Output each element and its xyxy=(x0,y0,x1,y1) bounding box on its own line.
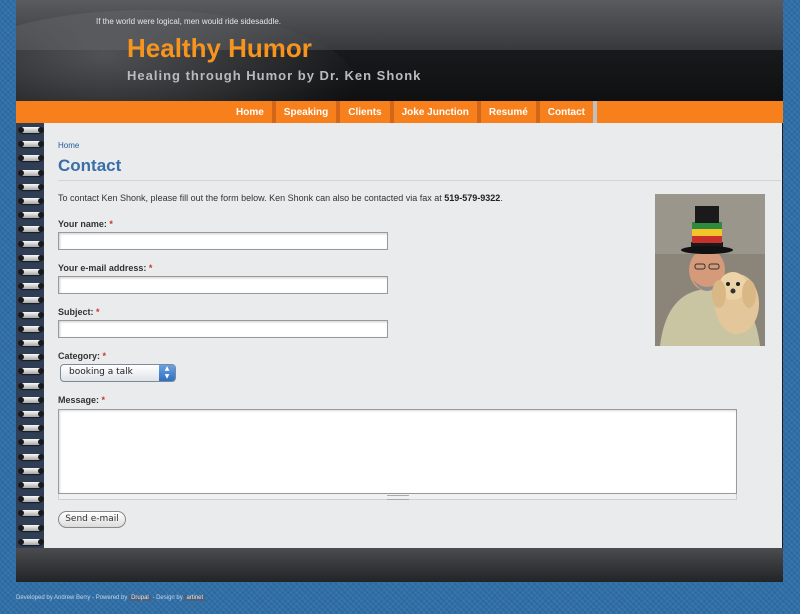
email-field[interactable] xyxy=(58,276,388,294)
primary-nav: Home Speaking Clients Joke Junction Resu… xyxy=(16,101,783,123)
spiral-ring xyxy=(18,297,44,304)
fax-number: 519-579-9322 xyxy=(444,193,501,203)
intro-body: To contact Ken Shonk, please fill out th… xyxy=(58,193,442,203)
category-select-value: booking a talk xyxy=(69,367,133,377)
spiral-ring xyxy=(18,254,44,261)
header-quote: If the world were logical, men would rid… xyxy=(96,17,281,26)
spiral-ring xyxy=(18,482,44,488)
category-label: Category: * xyxy=(58,351,106,361)
nav-item-contact[interactable]: Contact xyxy=(535,101,597,123)
ken-shonk-photo xyxy=(655,194,765,346)
required-mark: * xyxy=(102,351,107,361)
spiral-ring xyxy=(18,396,44,403)
spiral-ring xyxy=(18,453,44,460)
category-label-text: Category: xyxy=(58,351,101,361)
name-label: Your name: * xyxy=(58,219,113,229)
spiral-ring xyxy=(18,311,44,318)
chevron-up-down-icon: ▲ ▼ xyxy=(159,365,175,381)
artinet-link[interactable]: artinet xyxy=(184,595,206,601)
required-mark: * xyxy=(148,263,153,273)
credits-design: - Design by xyxy=(152,595,183,601)
spiral-ring xyxy=(18,283,44,290)
breadcrumb[interactable]: Home xyxy=(58,141,79,150)
footer-bar xyxy=(16,548,783,582)
spiral-ring xyxy=(18,325,44,332)
spiral-ring xyxy=(18,524,44,531)
category-select[interactable]: booking a talk ▲ ▼ xyxy=(60,364,176,382)
name-field[interactable] xyxy=(58,232,388,250)
spiral-ring xyxy=(18,269,44,275)
footer-credits: Developed by Andrew Berry - Powered by D… xyxy=(16,595,206,601)
credits-developed: Developed by Andrew Berry - Powered by xyxy=(16,595,128,601)
spiral-ring xyxy=(18,538,44,545)
site-slogan: Healing through Humor by Dr. Ken Shonk xyxy=(127,68,422,83)
spiral-ring xyxy=(18,226,44,233)
message-textarea[interactable] xyxy=(58,409,737,494)
email-label-text: Your e-mail address: xyxy=(58,263,147,273)
portrait-illustration xyxy=(655,194,765,346)
email-label: Your e-mail address: * xyxy=(58,263,152,273)
spiral-ring xyxy=(18,425,44,432)
spiral-ring xyxy=(18,240,44,247)
required-mark: * xyxy=(96,307,100,317)
title-divider xyxy=(58,180,781,181)
subject-field[interactable] xyxy=(58,320,388,338)
textarea-resize-handle[interactable] xyxy=(58,494,737,500)
spiral-ring xyxy=(18,169,44,176)
subject-label: Subject: * xyxy=(58,307,100,317)
subject-label-text: Subject: xyxy=(58,307,94,317)
spiral-ring xyxy=(18,354,44,361)
spiral-ring xyxy=(18,183,44,190)
message-label-text: Message: xyxy=(58,395,100,405)
spiral-ring xyxy=(18,141,44,148)
spiral-ring xyxy=(18,411,44,417)
site-name[interactable]: Healthy Humor xyxy=(127,33,312,64)
spiral-ring xyxy=(18,340,44,346)
intro-end: . xyxy=(500,193,503,203)
name-label-text: Your name: xyxy=(58,219,107,229)
page-container: If the world were logical, men would rid… xyxy=(16,0,783,582)
spiral-ring xyxy=(18,467,44,474)
spiral-ring xyxy=(18,382,44,389)
nav-item-speaking[interactable]: Speaking xyxy=(271,101,337,123)
spiral-ring xyxy=(18,496,44,503)
notebook-spiral xyxy=(16,123,44,548)
send-email-button[interactable]: Send e-mail xyxy=(58,511,126,528)
nav-item-resume[interactable]: Resumé xyxy=(476,101,536,123)
spiral-ring xyxy=(18,510,44,517)
spiral-ring xyxy=(18,368,44,375)
page-title: Contact xyxy=(58,156,122,175)
spiral-ring xyxy=(18,127,44,133)
required-mark: * xyxy=(109,219,113,229)
nav-item-home[interactable]: Home xyxy=(224,101,272,123)
site-header: If the world were logical, men would rid… xyxy=(16,0,783,101)
intro-text: To contact Ken Shonk, please fill out th… xyxy=(58,193,503,203)
spiral-ring xyxy=(18,198,44,204)
nav-item-clients[interactable]: Clients xyxy=(336,101,390,123)
drupal-link[interactable]: Drupal xyxy=(129,595,151,601)
spiral-ring xyxy=(18,212,44,219)
required-mark: * xyxy=(101,395,106,405)
nav-item-joke-junction[interactable]: Joke Junction xyxy=(389,101,477,123)
spiral-ring xyxy=(18,439,44,446)
spiral-ring xyxy=(18,155,44,162)
message-label: Message: * xyxy=(58,395,105,405)
